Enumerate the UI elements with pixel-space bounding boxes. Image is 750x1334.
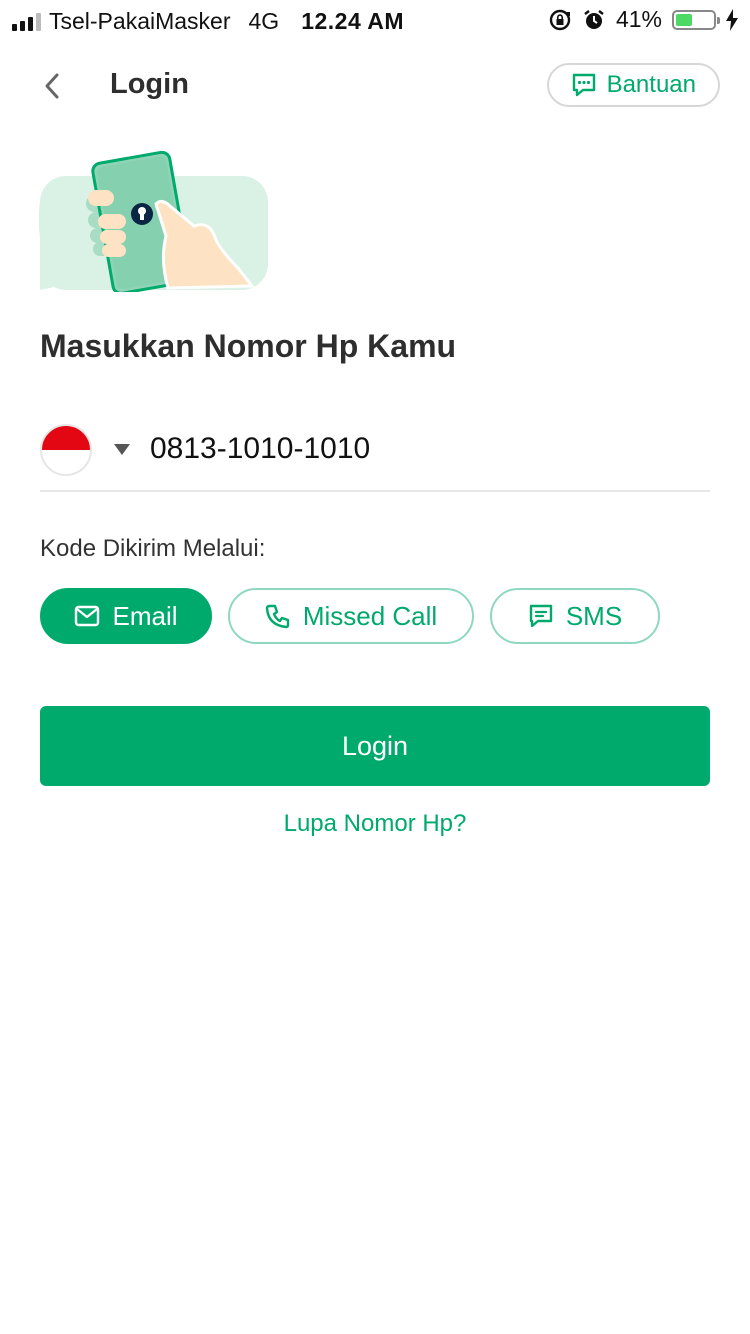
caret-down-icon[interactable] <box>114 444 130 455</box>
status-left: Tsel-PakaiMasker 4G 12.24 AM <box>12 8 404 35</box>
charging-icon <box>726 8 738 31</box>
back-button[interactable] <box>32 66 72 106</box>
status-time: 12.24 AM <box>301 8 405 34</box>
signal-icon <box>12 12 41 31</box>
chat-icon <box>572 73 595 97</box>
status-bar: Tsel-PakaiMasker 4G 12.24 AM 41% <box>0 0 750 40</box>
network-type: 4G <box>248 8 280 34</box>
page-title: Login <box>110 68 189 100</box>
phone-input-row <box>40 420 710 492</box>
forgot-phone-link[interactable]: Lupa Nomor Hp? <box>0 810 750 838</box>
status-right: 41% <box>548 6 738 33</box>
alarm-icon <box>584 9 604 29</box>
help-button[interactable]: Bantuan <box>546 63 720 107</box>
sms-option[interactable]: SMS <box>490 588 660 644</box>
chevron-left-icon <box>45 73 59 99</box>
help-label: Bantuan <box>606 71 696 98</box>
battery-fill <box>676 13 692 26</box>
phone-input[interactable] <box>150 432 690 466</box>
rotation-lock-icon <box>549 9 571 30</box>
phone-heading: Masukkan Nomor Hp Kamu <box>40 328 457 364</box>
missed-call-option[interactable]: Missed Call <box>228 588 474 644</box>
login-button[interactable]: Login <box>40 706 710 786</box>
battery-percent: 41% <box>615 6 662 32</box>
carrier-name: Tsel-PakaiMasker <box>49 8 231 34</box>
message-icon <box>529 604 553 628</box>
indonesia-flag-icon[interactable] <box>40 424 92 476</box>
phone-icon <box>265 604 290 629</box>
email-option[interactable]: Email <box>40 588 212 644</box>
code-method-label: Kode Dikirim Melalui: <box>40 535 266 562</box>
sms-label: SMS <box>565 600 623 631</box>
mail-icon <box>75 605 100 627</box>
battery-icon <box>672 9 720 30</box>
app-header: Login Bantuan <box>0 58 750 114</box>
phone-lock-illustration <box>38 150 268 292</box>
email-label: Email <box>112 600 178 631</box>
missed-call-label: Missed Call <box>302 600 438 631</box>
